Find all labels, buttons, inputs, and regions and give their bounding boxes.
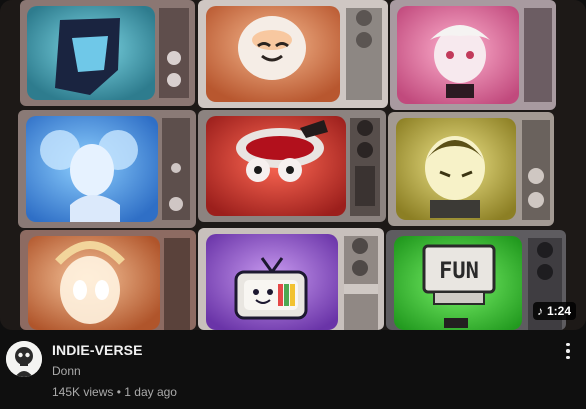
fun-sign-text: FUN (439, 259, 479, 284)
upload-age: 1 day ago (124, 385, 177, 399)
video-stats: 145K views • 1 day ago (52, 385, 177, 399)
video-meta: INDIE-VERSE Donn 145K views • 1 day ago (0, 340, 586, 409)
skull-avatar-icon (6, 341, 42, 377)
thumbnail-image: FUN (0, 0, 586, 330)
video-thumbnail[interactable]: FUN ♪ 1:24 (0, 0, 586, 330)
vertical-ellipsis-icon (566, 342, 570, 347)
stats-separator: • (116, 385, 121, 399)
duration-text: 1:24 (546, 304, 571, 318)
more-options-button[interactable] (560, 342, 576, 360)
channel-name[interactable]: Donn (52, 364, 81, 378)
duration-badge: ♪ 1:24 (532, 302, 576, 320)
video-title[interactable]: INDIE-VERSE (52, 342, 143, 358)
view-count: 145K views (52, 385, 114, 399)
channel-avatar[interactable] (6, 341, 42, 377)
music-note-icon: ♪ (536, 304, 543, 318)
